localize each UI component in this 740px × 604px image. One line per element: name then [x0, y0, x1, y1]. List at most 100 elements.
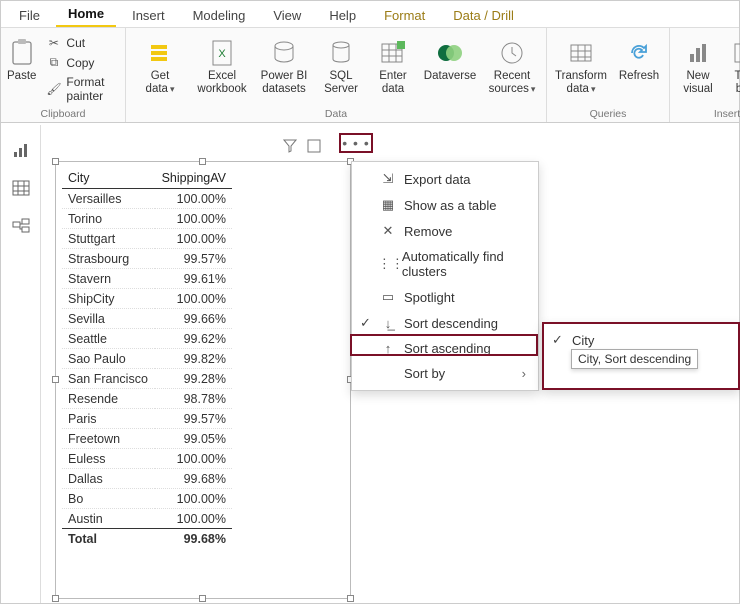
group-insert-label: Insert [676, 106, 740, 122]
copy-icon: ⧉ [46, 55, 61, 70]
get-data-button[interactable]: Get data [132, 30, 188, 96]
table-row[interactable]: Paris99.57% [62, 409, 232, 429]
ctx-spotlight[interactable]: ▭Spotlight [352, 284, 538, 310]
table-row[interactable]: Dallas99.68% [62, 469, 232, 489]
tab-view[interactable]: View [261, 3, 313, 27]
ctx-show-table[interactable]: ▦Show as a table [352, 192, 538, 218]
cell-city: Stuttgart [62, 229, 155, 249]
table-row[interactable]: Versailles100.00% [62, 189, 232, 209]
transform-icon [568, 36, 594, 70]
table-row[interactable]: Stavern99.61% [62, 269, 232, 289]
excel-button[interactable]: XExcel workbook [194, 30, 250, 96]
tab-file[interactable]: File [7, 3, 52, 27]
cell-city: San Francisco [62, 369, 155, 389]
table-row[interactable]: San Francisco99.28% [62, 369, 232, 389]
ctx-remove[interactable]: ✕Remove [352, 218, 538, 244]
cell-value: 100.00% [155, 289, 232, 309]
table-row[interactable]: Torino100.00% [62, 209, 232, 229]
sql-server-button[interactable]: SQL Server [318, 30, 364, 96]
tab-datadrill[interactable]: Data / Drill [441, 3, 526, 27]
model-view-button[interactable] [11, 217, 31, 235]
pbi-datasets-button[interactable]: Power BI datasets [256, 30, 312, 96]
copy-button[interactable]: ⧉Copy [42, 53, 119, 72]
resize-handle[interactable] [199, 158, 206, 165]
tab-modeling[interactable]: Modeling [181, 3, 258, 27]
visual-toolbar [283, 139, 321, 153]
format-painter-button[interactable]: 🖌Format painter [42, 73, 119, 105]
table-row[interactable]: Sevilla99.66% [62, 309, 232, 329]
table-row[interactable]: Freetown99.05% [62, 429, 232, 449]
recent-sources-button[interactable]: Recent sources [484, 30, 540, 96]
group-clipboard-label: Clipboard [7, 106, 119, 122]
tab-help[interactable]: Help [317, 3, 368, 27]
cut-icon: ✂ [46, 36, 61, 50]
tooltip: City, Sort descending [571, 349, 698, 369]
tab-format[interactable]: Format [372, 3, 437, 27]
sort-desc-icon: ↓̲ [380, 316, 396, 331]
table-row[interactable]: Sao Paulo99.82% [62, 349, 232, 369]
brush-icon: 🖌 [46, 82, 61, 96]
cell-value: 99.28% [155, 369, 232, 389]
report-view-button[interactable] [11, 141, 31, 159]
cell-value: 99.62% [155, 329, 232, 349]
group-clipboard: Paste ✂Cut ⧉Copy 🖌Format painter Clipboa… [1, 28, 126, 122]
col-shippingav[interactable]: ShippingAV [155, 168, 232, 189]
chevron-right-icon: › [522, 366, 526, 381]
ctx-clusters[interactable]: ⋮⋮Automatically find clusters [352, 244, 538, 284]
refresh-button[interactable]: Refresh [615, 30, 663, 83]
tab-home[interactable]: Home [56, 1, 116, 27]
cell-city: Bo [62, 489, 155, 509]
data-view-button[interactable] [11, 179, 31, 197]
cell-value: 99.68% [155, 469, 232, 489]
tab-insert[interactable]: Insert [120, 3, 177, 27]
export-icon: ⇲ [380, 171, 396, 187]
table-row[interactable]: Seattle99.62% [62, 329, 232, 349]
cell-city: Torino [62, 209, 155, 229]
dataverse-button[interactable]: Dataverse [422, 30, 478, 83]
cell-value: 99.82% [155, 349, 232, 369]
get-data-icon [146, 36, 174, 70]
pbi-icon [271, 36, 297, 70]
table-row[interactable]: Stuttgart100.00% [62, 229, 232, 249]
resize-handle[interactable] [347, 595, 354, 602]
recent-icon [499, 36, 525, 70]
table-row[interactable]: Bo100.00% [62, 489, 232, 509]
enter-data-icon [380, 36, 406, 70]
ctx-sort-desc[interactable]: ✓↓̲Sort descending [352, 310, 538, 336]
more-options-button[interactable]: • • • [339, 133, 373, 153]
filter-icon[interactable] [283, 139, 297, 153]
table-row[interactable]: Euless100.00% [62, 449, 232, 469]
cell-value: 100.00% [155, 449, 232, 469]
focus-mode-icon[interactable] [307, 139, 321, 153]
text-box-button[interactable]: AText box [726, 30, 740, 96]
table-row[interactable]: Strasbourg99.57% [62, 249, 232, 269]
cell-city: Seattle [62, 329, 155, 349]
cell-city: ShipCity [62, 289, 155, 309]
ctx-export-data[interactable]: ⇲Export data [352, 166, 538, 192]
table-row[interactable]: Resende98.78% [62, 389, 232, 409]
cluster-icon: ⋮⋮ [378, 256, 394, 272]
resize-handle[interactable] [52, 158, 59, 165]
clipboard-icon [9, 36, 35, 70]
transform-data-button[interactable]: Transform data [553, 30, 609, 96]
table-visual[interactable]: City ShippingAV Versailles100.00%Torino1… [55, 161, 351, 599]
ctx-sort-by[interactable]: Sort by› [352, 361, 538, 386]
table-icon: ▦ [380, 197, 396, 213]
sort-by-highlight [350, 334, 538, 356]
col-city[interactable]: City [62, 168, 155, 189]
chart-icon [686, 36, 710, 70]
group-insert: New visual AText box vi Insert [670, 28, 740, 122]
table-row[interactable]: ShipCity100.00% [62, 289, 232, 309]
resize-handle[interactable] [52, 595, 59, 602]
textbox-icon: A [732, 36, 740, 70]
resize-handle[interactable] [199, 595, 206, 602]
cell-value: 100.00% [155, 189, 232, 209]
enter-data-button[interactable]: Enter data [370, 30, 416, 96]
new-visual-button[interactable]: New visual [676, 30, 720, 96]
cut-button[interactable]: ✂Cut [42, 34, 119, 52]
cell-city: Stavern [62, 269, 155, 289]
resize-handle[interactable] [52, 376, 59, 383]
table-row[interactable]: Austin100.00% [62, 509, 232, 529]
cell-value: 100.00% [155, 229, 232, 249]
paste-button[interactable]: Paste [7, 30, 36, 83]
